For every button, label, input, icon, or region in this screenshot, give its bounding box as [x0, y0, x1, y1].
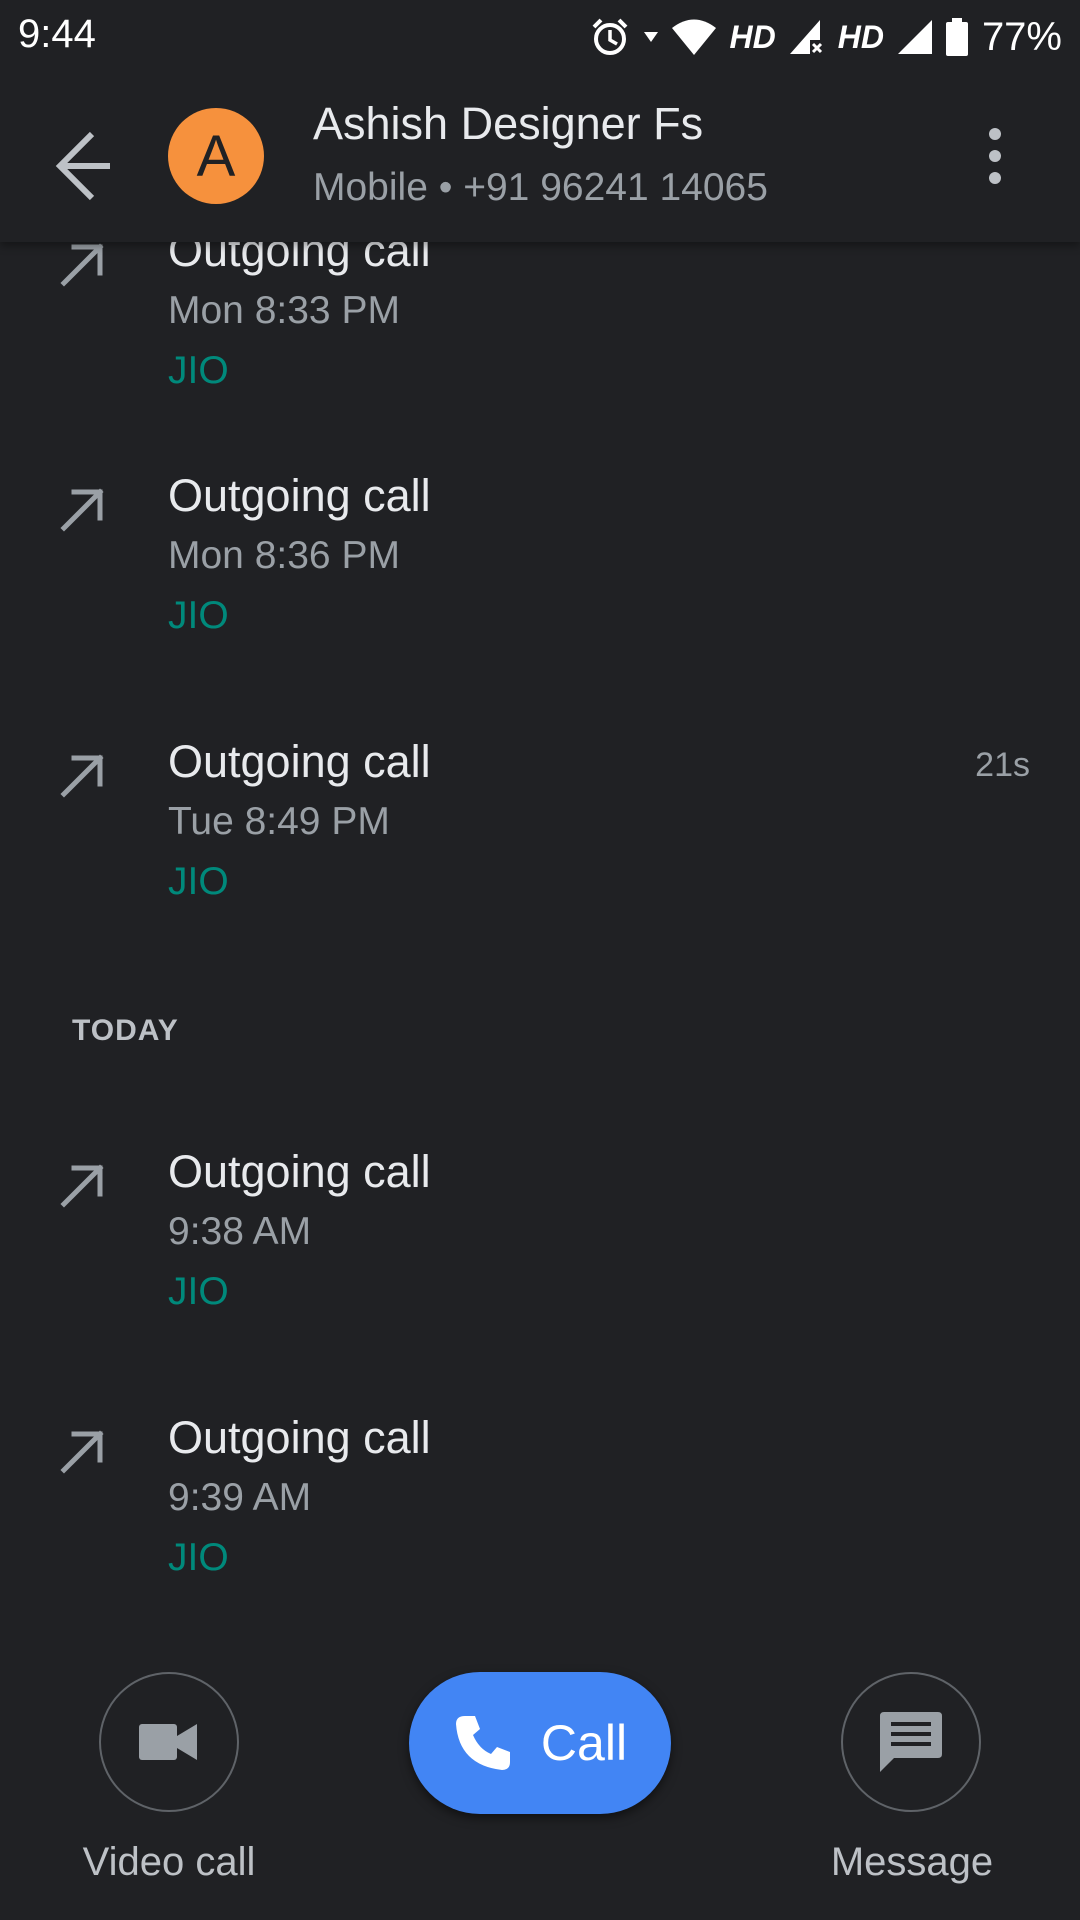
- bottom-action-bar: Video call Call Message: [0, 1640, 1080, 1920]
- call-time-label: Tue 8:49 PM: [168, 800, 390, 843]
- videocam-icon: [139, 1724, 197, 1760]
- call-type-label: Outgoing call: [168, 736, 431, 787]
- call-type-label: Outgoing call: [168, 1412, 431, 1463]
- outgoing-call-arrow-icon: [60, 1430, 104, 1474]
- call-time-label: Mon 8:36 PM: [168, 534, 400, 577]
- battery-icon: [945, 18, 968, 56]
- carrier-label: JIO: [168, 1270, 229, 1313]
- contact-header: A Ashish Designer Fs Mobile • +91 96241 …: [0, 76, 1080, 242]
- call-time-label: 9:39 AM: [168, 1476, 312, 1519]
- status-icons: HD HD 77%: [590, 12, 1062, 62]
- section-header-today: TODAY: [72, 1014, 179, 1047]
- call-duration-label: 21s: [975, 746, 1030, 784]
- call-time-label: 9:38 AM: [168, 1210, 312, 1253]
- more-vert-icon[interactable]: [970, 126, 1020, 186]
- message-label: Message: [830, 1840, 994, 1884]
- call-button[interactable]: Call: [409, 1672, 671, 1814]
- message-button[interactable]: [841, 1672, 981, 1812]
- status-time: 9:44: [18, 12, 96, 56]
- hd-indicator: HD: [837, 18, 884, 55]
- message-icon: [880, 1712, 942, 1772]
- outgoing-call-arrow-icon: [60, 488, 104, 532]
- contact-number: Mobile • +91 96241 14065: [313, 166, 768, 209]
- signal-icon: [897, 20, 932, 54]
- call-log-item[interactable]: Outgoing call Mon 8:36 PM JIO: [0, 470, 1080, 690]
- data-activity-icon: [643, 32, 658, 42]
- call-type-label: Outgoing call: [168, 1146, 431, 1197]
- avatar[interactable]: A: [168, 108, 264, 204]
- call-type-label: Outgoing call: [168, 470, 431, 521]
- outgoing-call-arrow-icon: [60, 754, 104, 798]
- call-log-item[interactable]: Outgoing call Mon 8:33 PM JIO: [0, 225, 1080, 445]
- signal-no-data-icon: [789, 20, 822, 54]
- video-call-button[interactable]: [99, 1672, 239, 1812]
- video-call-label: Video call: [82, 1840, 256, 1884]
- wifi-icon: [671, 19, 716, 55]
- status-bar: 9:44 HD HD 77%: [0, 0, 1080, 76]
- carrier-label: JIO: [168, 594, 229, 637]
- battery-percentage: 77%: [981, 14, 1062, 59]
- contact-name: Ashish Designer Fs: [313, 98, 704, 149]
- call-log-item[interactable]: Outgoing call Tue 8:49 PM JIO 21s: [0, 736, 1080, 956]
- carrier-label: JIO: [168, 1536, 229, 1579]
- alarm-icon: [592, 18, 627, 55]
- arrow-left-icon[interactable]: [46, 126, 126, 206]
- call-button-label: Call: [540, 1715, 628, 1771]
- outgoing-call-arrow-icon: [60, 243, 104, 287]
- call-log-item[interactable]: Outgoing call 9:39 AM JIO: [0, 1412, 1080, 1632]
- call-time-label: Mon 8:33 PM: [168, 289, 400, 332]
- carrier-label: JIO: [168, 349, 229, 392]
- outgoing-call-arrow-icon: [60, 1164, 104, 1208]
- phone-icon: [455, 1716, 510, 1770]
- carrier-label: JIO: [168, 860, 229, 903]
- hd-indicator: HD: [729, 18, 776, 55]
- call-log-item[interactable]: Outgoing call 9:38 AM JIO: [0, 1146, 1080, 1366]
